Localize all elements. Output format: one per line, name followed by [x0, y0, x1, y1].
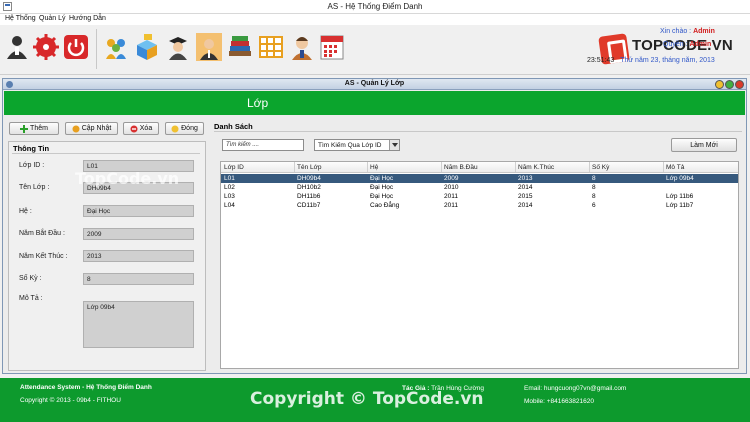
- books-icon[interactable]: [227, 33, 253, 61]
- column-divider: [294, 162, 295, 172]
- description-field[interactable]: Lớp 09b4: [83, 301, 194, 348]
- column-header-name[interactable]: Tên Lớp: [297, 164, 322, 171]
- close-window-button[interactable]: [735, 80, 744, 89]
- semesters-label: Số Kỳ :: [19, 275, 42, 282]
- inner-title: AS - Quản Lý Lớp: [344, 80, 405, 87]
- clock-time: 23:51:43: [587, 57, 615, 64]
- menu-he-thong[interactable]: Hệ Thống: [5, 15, 36, 22]
- divider: [12, 153, 200, 154]
- table-row[interactable]: L01 DH09b4 Đại Học 2009 2013 8 Lớp 09b4: [221, 174, 738, 183]
- menu-huong-dan[interactable]: Hướng Dẫn: [69, 15, 106, 22]
- class-table: Lớp ID Tên Lớp Hệ Năm B.Đầu Năm K.Thúc S…: [220, 161, 739, 369]
- info-legend: Thông Tin: [13, 144, 50, 153]
- chevron-down-icon[interactable]: [389, 140, 399, 150]
- class-name-label: Tên Lớp :: [19, 184, 50, 191]
- edit-icon: [72, 125, 80, 132]
- list-title: Danh Sách: [214, 122, 253, 131]
- footer-system: Attendance System - Hệ Thống Điểm Danh: [20, 384, 152, 391]
- column-divider: [589, 162, 590, 172]
- greeting-role: Quyền : Admin: [663, 41, 712, 48]
- column-header-description[interactable]: Mô Tả: [666, 164, 684, 171]
- close-button[interactable]: Đóng: [165, 122, 204, 135]
- table-row[interactable]: L03 DH11b6 Đại Học 2011 2015 8 Lớp 11b6: [221, 192, 738, 201]
- end-year-label: Năm Kết Thúc :: [19, 253, 68, 260]
- boxes-icon[interactable]: [134, 33, 160, 61]
- student-icon[interactable]: [165, 33, 191, 61]
- clock: 23:51:43 Thứ năm 23, tháng năm, 2013: [587, 57, 715, 64]
- footer-mobile: Mobile: +841663821620: [524, 398, 594, 405]
- system-label: Hệ :: [19, 208, 32, 215]
- add-button[interactable]: Thêm: [9, 122, 59, 135]
- column-divider: [515, 162, 516, 172]
- divider: [214, 131, 742, 132]
- settings-icon[interactable]: [33, 33, 59, 61]
- table-row[interactable]: L02 DH10b2 Đại Học 2010 2014 8: [221, 183, 738, 192]
- toolbar: TOPCODE.VN Xin chào : Admin Quyền : Admi…: [0, 25, 750, 75]
- start-year-field[interactable]: 2009: [83, 228, 194, 240]
- semesters-field[interactable]: 8: [83, 273, 194, 285]
- person-icon[interactable]: [289, 33, 315, 61]
- grid-table-icon[interactable]: [258, 33, 284, 61]
- clock-date: Thứ năm 23, tháng năm, 2013: [620, 57, 715, 64]
- column-header-semesters[interactable]: Số Kỳ: [592, 164, 609, 171]
- update-button[interactable]: Cập Nhật: [65, 122, 118, 135]
- footer-copyright: Copyright © 2013 - 09b4 - FITHOU: [20, 397, 121, 404]
- column-header-end[interactable]: Năm K.Thúc: [518, 164, 554, 171]
- teacher-icon[interactable]: [196, 33, 222, 61]
- column-header-start[interactable]: Năm B.Đầu: [444, 164, 478, 171]
- table-header: Lớp ID Tên Lớp Hệ Năm B.Đầu Năm K.Thúc S…: [221, 162, 738, 173]
- window-titlebar: AS - Hệ Thống Điểm Danh: [0, 0, 750, 14]
- menu-quan-ly[interactable]: Quản Lý: [39, 15, 65, 22]
- user-icon[interactable]: [4, 33, 30, 61]
- column-header-id[interactable]: Lớp ID: [224, 164, 244, 171]
- search-input[interactable]: Tìm kiếm ....: [222, 139, 304, 151]
- page-header: Lớp: [4, 91, 745, 115]
- watermark-small: TopCode.vn: [75, 169, 180, 188]
- window-title: AS - Hệ Thống Điểm Danh: [327, 2, 423, 11]
- watermark: Copyright © TopCode.vn: [250, 389, 484, 409]
- list-panel: Danh Sách Tìm kiếm .... Tìm Kiếm Qua Lớp…: [211, 119, 745, 371]
- column-divider: [367, 162, 368, 172]
- footer-email: Email: hungcuong07vn@gmail.com: [524, 385, 627, 392]
- greeting-hello: Xin chào : Admin: [660, 28, 715, 35]
- column-divider: [663, 162, 664, 172]
- start-year-label: Năm Bắt Đầu :: [19, 230, 65, 237]
- power-icon[interactable]: [63, 33, 89, 61]
- page-title: Lớp: [247, 96, 269, 110]
- maximize-button[interactable]: [725, 80, 734, 89]
- delete-button[interactable]: Xóa: [123, 122, 159, 135]
- menu-bar: Hệ Thống Quản Lý Hướng Dẫn: [0, 14, 750, 25]
- search-filter-select[interactable]: Tìm Kiếm Qua Lớp ID: [314, 139, 400, 151]
- end-year-field[interactable]: 2013: [83, 250, 194, 262]
- refresh-button[interactable]: Làm Mới: [671, 138, 737, 152]
- minimize-button[interactable]: [715, 80, 724, 89]
- delete-icon: [130, 125, 138, 132]
- inner-titlebar: AS - Quản Lý Lớp: [3, 79, 746, 90]
- footer: Attendance System - Hệ Thống Điểm Danh C…: [0, 378, 750, 422]
- class-id-label: Lớp ID :: [19, 162, 45, 169]
- system-field[interactable]: Đại Học: [83, 205, 194, 217]
- class-management-window: AS - Quản Lý Lớp Lớp Thêm Cập Nhật Xóa Đ…: [2, 78, 747, 374]
- toolbar-separator: [96, 29, 97, 69]
- calendar-icon[interactable]: [319, 33, 345, 61]
- column-divider: [441, 162, 442, 172]
- users-group-icon[interactable]: [103, 33, 129, 61]
- description-label: Mô Tả :: [19, 295, 43, 302]
- table-row[interactable]: L04 CD11b7 Cao Đẳng 2011 2014 6 Lớp 11b7: [221, 201, 738, 210]
- plus-icon: [20, 124, 29, 133]
- close-icon: [171, 125, 179, 132]
- column-header-system[interactable]: Hệ: [370, 164, 378, 171]
- info-panel: Thêm Cập Nhật Xóa Đóng Thông Tin Lớp ID …: [8, 119, 206, 371]
